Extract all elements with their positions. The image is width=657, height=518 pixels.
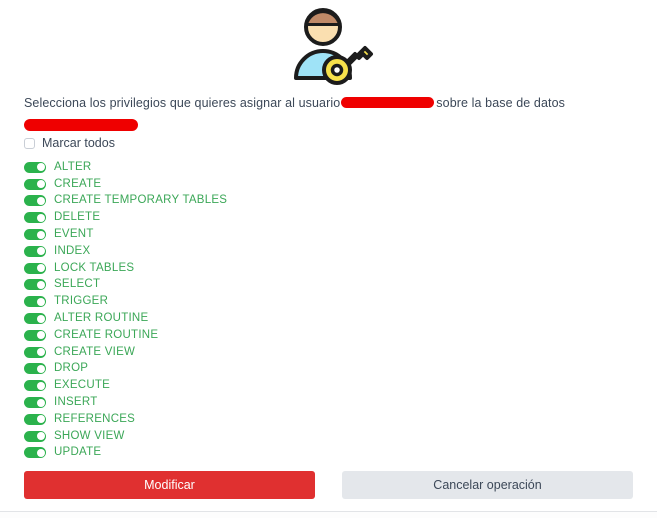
privilege-toggle[interactable] [24, 161, 46, 173]
bottom-strip [0, 512, 657, 518]
privilege-toggle[interactable] [24, 380, 46, 392]
privilege-toggle[interactable] [24, 313, 46, 325]
privilege-label: CREATE ROUTINE [54, 328, 159, 341]
privilege-row[interactable]: CREATE ROUTINE [24, 327, 424, 344]
user-with-key-icon [293, 8, 373, 85]
description-prefix: Selecciona los privilegios que quieres a… [24, 96, 341, 110]
privilege-label: DROP [54, 362, 89, 375]
privilege-label: SHOW VIEW [54, 429, 125, 442]
privilege-label: CREATE VIEW [54, 345, 136, 358]
privilege-toggle[interactable] [24, 413, 46, 425]
privilege-label: DELETE [54, 211, 101, 224]
privilege-row[interactable]: CREATE VIEW [24, 344, 424, 361]
privilege-row[interactable]: ALTER [24, 159, 424, 176]
privilege-row[interactable]: EVENT [24, 226, 424, 243]
toggle-knob [36, 297, 45, 306]
privilege-row[interactable]: INDEX [24, 243, 424, 260]
privilege-label: CREATE [54, 177, 102, 190]
privilege-toggle[interactable] [24, 212, 46, 224]
privileges-page: Selecciona los privilegios que quieres a… [0, 0, 657, 518]
privilege-label: EVENT [54, 228, 94, 241]
privilege-row[interactable]: SHOW VIEW [24, 428, 424, 445]
description-text: Selecciona los privilegios que quieres a… [24, 95, 624, 132]
privilege-row[interactable]: EXECUTE [24, 377, 424, 394]
privilege-row[interactable]: CREATE TEMPORARY TABLES [24, 193, 424, 210]
privilege-toggle[interactable] [24, 229, 46, 241]
privilege-label: ALTER ROUTINE [54, 312, 149, 325]
redacted-database [24, 119, 138, 132]
privilege-toggle[interactable] [24, 245, 46, 257]
privilege-toggle[interactable] [24, 262, 46, 274]
privilege-label: CREATE TEMPORARY TABLES [54, 194, 228, 207]
privilege-toggle[interactable] [24, 430, 46, 442]
privilege-toggle[interactable] [24, 363, 46, 375]
toggle-knob [36, 432, 45, 441]
privileges-list: ALTER CREATE CREATE TEMPORARY TABLES DELETE… [24, 159, 424, 461]
privilege-toggle[interactable] [24, 397, 46, 409]
privilege-toggle[interactable] [24, 178, 46, 190]
privilege-toggle[interactable] [24, 279, 46, 291]
toggle-knob [36, 348, 45, 357]
privilege-toggle[interactable] [24, 195, 46, 207]
privilege-row[interactable]: DROP [24, 361, 424, 378]
privilege-label: INDEX [54, 244, 91, 257]
privilege-row[interactable]: REFERENCES [24, 411, 424, 428]
header-icon-container [0, 4, 657, 88]
select-all-row[interactable]: Marcar todos [24, 137, 115, 150]
toggle-knob [36, 415, 45, 424]
toggle-knob [36, 331, 45, 340]
privilege-row[interactable]: CREATE [24, 176, 424, 193]
toggle-knob [36, 230, 45, 239]
toggle-knob [36, 264, 45, 273]
privilege-toggle[interactable] [24, 447, 46, 459]
toggle-knob [36, 364, 45, 373]
privilege-label: TRIGGER [54, 295, 109, 308]
privilege-label: SELECT [54, 278, 101, 291]
toggle-knob [36, 448, 45, 457]
action-buttons: Modificar Cancelar operación [24, 471, 633, 499]
privilege-row[interactable]: UPDATE [24, 445, 424, 462]
toggle-knob [36, 280, 45, 289]
cancel-button[interactable]: Cancelar operación [342, 471, 633, 499]
privilege-row[interactable]: LOCK TABLES [24, 260, 424, 277]
privilege-label: ALTER [54, 160, 92, 173]
toggle-knob [36, 398, 45, 407]
privilege-label: EXECUTE [54, 379, 111, 392]
privilege-row[interactable]: ALTER ROUTINE [24, 310, 424, 327]
submit-button[interactable]: Modificar [24, 471, 315, 499]
toggle-knob [36, 163, 45, 172]
toggle-knob [36, 247, 45, 256]
select-all-checkbox[interactable] [24, 138, 35, 149]
privilege-row[interactable]: INSERT [24, 394, 424, 411]
privilege-label: INSERT [54, 396, 98, 409]
privilege-toggle[interactable] [24, 346, 46, 358]
select-all-label: Marcar todos [42, 136, 115, 150]
toggle-knob [36, 213, 45, 222]
privilege-label: REFERENCES [54, 412, 136, 425]
privilege-toggle[interactable] [24, 296, 46, 308]
privilege-label: UPDATE [54, 446, 102, 459]
redacted-username [341, 97, 435, 109]
privilege-row[interactable]: SELECT [24, 277, 424, 294]
description-middle: sobre la base de datos [436, 96, 565, 110]
privilege-row[interactable]: TRIGGER [24, 293, 424, 310]
toggle-knob [36, 196, 45, 205]
toggle-knob [36, 381, 45, 390]
privilege-toggle[interactable] [24, 329, 46, 341]
toggle-knob [36, 314, 45, 323]
toggle-knob [36, 180, 45, 189]
database-line [24, 116, 624, 132]
privilege-label: LOCK TABLES [54, 261, 135, 274]
privilege-row[interactable]: DELETE [24, 209, 424, 226]
